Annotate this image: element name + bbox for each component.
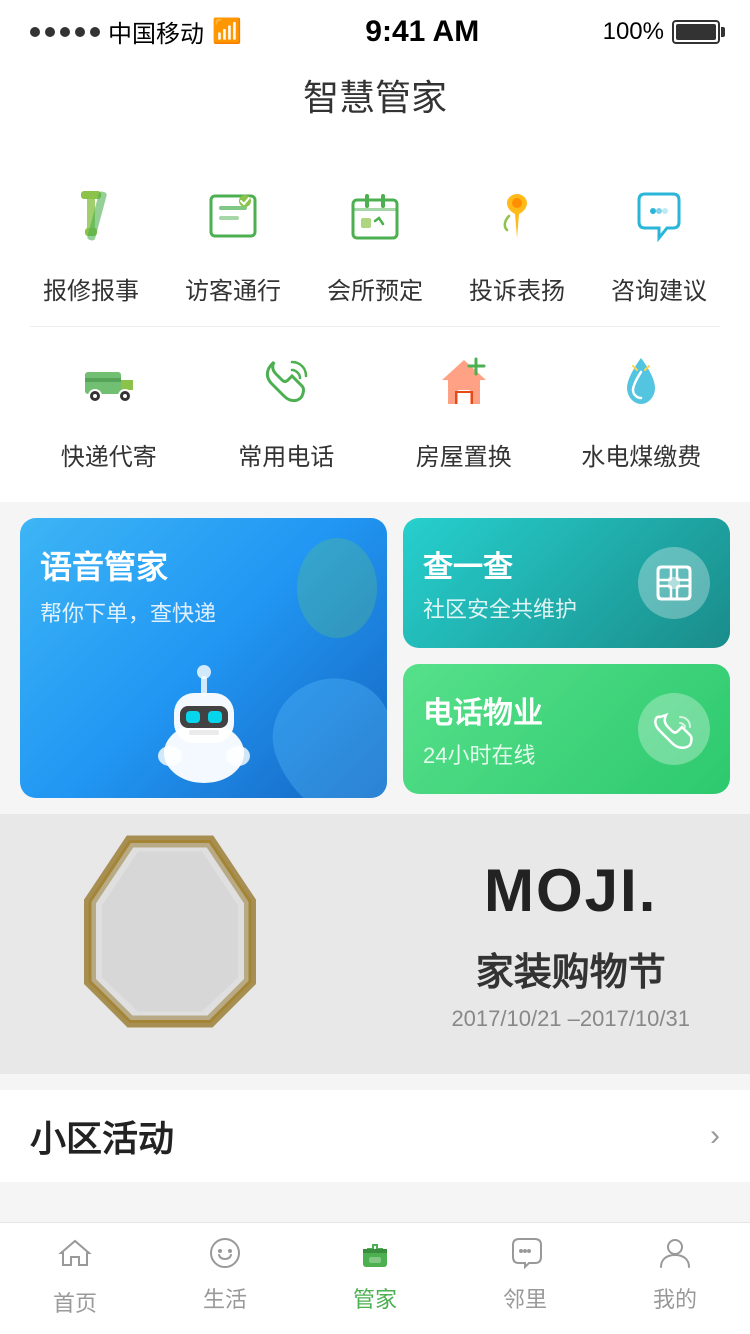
- complaint-icon: [472, 171, 562, 261]
- life-icon: [207, 1235, 243, 1276]
- bottom-nav: 首页 生活 管家: [0, 1222, 750, 1334]
- icon-repair[interactable]: 报修报事: [26, 171, 156, 306]
- visitor-icon: [188, 171, 278, 261]
- banner-section: 语音管家 帮你下单，查快递: [0, 518, 750, 798]
- ad-event-title: 家装购物节: [451, 941, 690, 996]
- activities-more-arrow[interactable]: ›: [710, 1119, 720, 1153]
- page-header: 智慧管家: [0, 59, 750, 141]
- mine-icon: [657, 1235, 693, 1276]
- nav-life[interactable]: 生活: [160, 1235, 290, 1318]
- consult-icon: [614, 171, 704, 261]
- signal-dots: [30, 27, 100, 37]
- repair-label: 报修报事: [43, 271, 139, 306]
- check-banner-text: 查一查 社区安全共维护: [423, 542, 577, 624]
- butler-icon: [357, 1235, 393, 1276]
- home-icon: [57, 1235, 93, 1280]
- check-banner[interactable]: 查一查 社区安全共维护: [403, 518, 730, 648]
- ad-brand-name: MOJI.: [451, 856, 690, 925]
- activities-title: 小区活动: [30, 1110, 174, 1162]
- nav-home-label: 首页: [53, 1286, 97, 1318]
- ad-decoration: [30, 822, 310, 1067]
- complaint-label: 投诉表扬: [469, 271, 565, 306]
- visitor-label: 访客通行: [185, 271, 281, 306]
- icon-phone[interactable]: 常用电话: [221, 337, 351, 472]
- nav-mine[interactable]: 我的: [610, 1235, 740, 1318]
- nav-butler-label: 管家: [353, 1282, 397, 1314]
- activities-section: 小区活动 ›: [0, 1090, 750, 1182]
- consult-label: 咨询建议: [611, 271, 707, 306]
- nav-community-label: 邻里: [503, 1282, 547, 1314]
- robot-illustration: [124, 638, 284, 798]
- page-title: 智慧管家: [303, 77, 447, 118]
- utility-icon: [596, 337, 686, 427]
- battery-label: 100%: [603, 18, 664, 46]
- status-left: 中国移动 📶: [30, 14, 242, 49]
- icons-row-2: 快递代寄 常用电话 房屋置换: [0, 327, 750, 492]
- wifi-icon: 📶: [212, 17, 242, 46]
- nav-life-label: 生活: [203, 1282, 247, 1314]
- battery-icon: [672, 20, 720, 44]
- repair-icon: [46, 171, 136, 261]
- house-label: 房屋置换: [416, 437, 512, 472]
- check-banner-icon: [638, 547, 710, 619]
- ad-banner[interactable]: MOJI. 家装购物节 2017/10/21 –2017/10/31: [0, 814, 750, 1074]
- icon-utility[interactable]: 水电煤缴费: [576, 337, 706, 472]
- icon-house[interactable]: 房屋置换: [399, 337, 529, 472]
- phone-property-banner[interactable]: 电话物业 24小时在线: [403, 664, 730, 794]
- icon-club[interactable]: 会所预定: [310, 171, 440, 306]
- icon-visitor[interactable]: 访客通行: [168, 171, 298, 306]
- check-banner-title: 查一查: [423, 542, 577, 586]
- carrier-label: 中国移动: [108, 14, 204, 49]
- right-banners: 查一查 社区安全共维护 电话物业 24小时在线: [403, 518, 730, 798]
- ad-date-range: 2017/10/21 –2017/10/31: [451, 1006, 690, 1032]
- ad-content: MOJI. 家装购物节 2017/10/21 –2017/10/31: [451, 856, 690, 1032]
- phone-label: 常用电话: [238, 437, 334, 472]
- icon-express[interactable]: 快递代寄: [44, 337, 174, 472]
- icons-row-1: 报修报事 访客通行: [0, 161, 750, 326]
- status-right: 100%: [603, 18, 720, 46]
- phone-icon: [241, 337, 331, 427]
- club-icon: [330, 171, 420, 261]
- community-icon: [507, 1235, 543, 1276]
- voice-butler-banner[interactable]: 语音管家 帮你下单，查快递: [20, 518, 387, 798]
- phone-property-title: 电话物业: [423, 688, 543, 732]
- check-banner-subtitle: 社区安全共维护: [423, 592, 577, 624]
- nav-butler[interactable]: 管家: [310, 1235, 440, 1318]
- phone-property-icon: [638, 693, 710, 765]
- activities-header: 小区活动 ›: [30, 1110, 720, 1162]
- express-label: 快递代寄: [61, 437, 157, 472]
- club-label: 会所预定: [327, 271, 423, 306]
- nav-community[interactable]: 邻里: [460, 1235, 590, 1318]
- icon-consult[interactable]: 咨询建议: [594, 171, 724, 306]
- status-bar: 中国移动 📶 9:41 AM 100%: [0, 0, 750, 59]
- express-icon: [64, 337, 154, 427]
- status-time: 9:41 AM: [365, 15, 479, 49]
- nav-home[interactable]: 首页: [10, 1235, 140, 1318]
- phone-property-subtitle: 24小时在线: [423, 738, 543, 770]
- icon-complaint[interactable]: 投诉表扬: [452, 171, 582, 306]
- utility-label: 水电煤缴费: [581, 437, 701, 472]
- phone-property-text: 电话物业 24小时在线: [423, 688, 543, 770]
- house-icon: [419, 337, 509, 427]
- icons-section: 报修报事 访客通行: [0, 141, 750, 502]
- nav-mine-label: 我的: [653, 1282, 697, 1314]
